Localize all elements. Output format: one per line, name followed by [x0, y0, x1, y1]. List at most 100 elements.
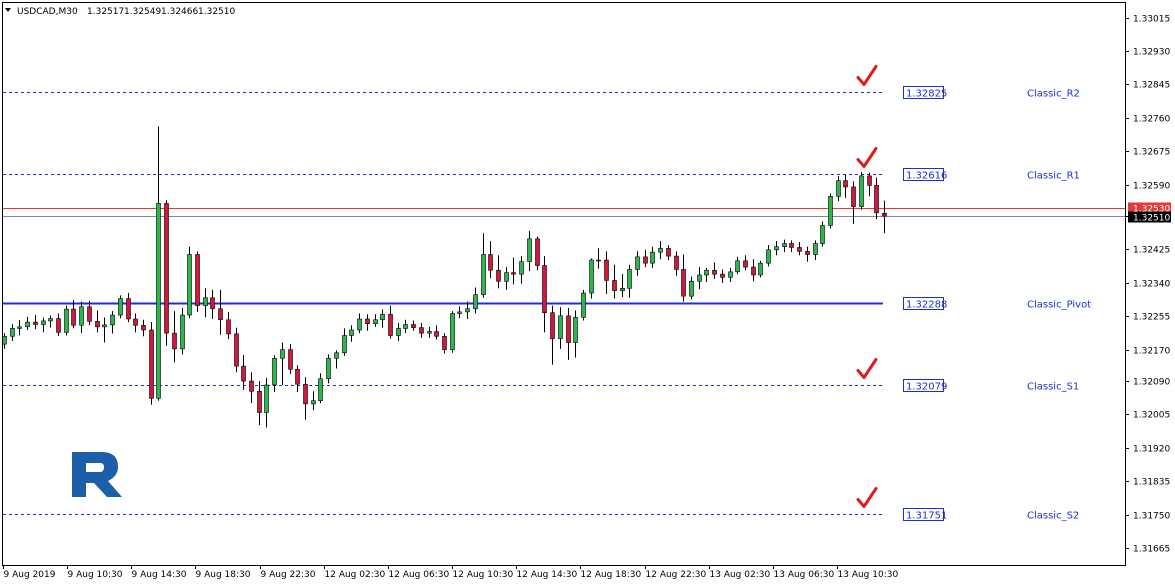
- y-tick-label-15: 1.31750: [1133, 512, 1170, 522]
- level-value-4: 1.31751: [906, 511, 947, 522]
- price-chart[interactable]: 1.32825 Classic_R2 1.32616 Classic_R1 1.3228…: [0, 0, 1175, 584]
- y-tick-label-7: 1.32425: [1133, 246, 1170, 256]
- candle-body-9: [71, 308, 76, 326]
- candle-body-17: [133, 318, 138, 326]
- candle-body-35: [272, 357, 277, 386]
- header-close: 1.32510: [198, 7, 235, 17]
- candle-body-29: [226, 319, 231, 335]
- x-tick-label-4: 9 Aug 22:30: [261, 570, 316, 580]
- header-symbol: USDCAD,M30: [17, 7, 78, 17]
- candle-body-106: [820, 225, 825, 244]
- candle-body-0: [2, 335, 7, 345]
- candle-body-40: [311, 400, 316, 405]
- candle-body-91: [704, 269, 709, 276]
- y-tick-label-3: 1.32760: [1133, 115, 1170, 125]
- candle-body-1: [10, 328, 15, 337]
- candle-body-109: [843, 180, 848, 188]
- candle-body-99: [766, 249, 771, 264]
- bid-price-label: 1.32510: [1133, 214, 1170, 224]
- candle-body-45: [349, 329, 354, 336]
- level-value-0: 1.32825: [906, 89, 947, 100]
- candle-body-72: [558, 315, 563, 339]
- candle-body-104: [805, 251, 810, 255]
- candle-body-74: [573, 317, 578, 343]
- candle-body-3: [25, 321, 30, 328]
- candle-body-92: [712, 269, 717, 275]
- candle-body-83: [643, 256, 648, 264]
- candle-body-81: [627, 269, 632, 289]
- candle-body-34: [264, 384, 269, 413]
- level-value-1: 1.32616: [906, 171, 947, 182]
- level-name-1: Classic_R1: [1027, 171, 1080, 182]
- candle-body-13: [102, 324, 107, 328]
- x-tick-label-9: 12 Aug 18:30: [581, 570, 642, 580]
- candle-body-56: [434, 331, 439, 337]
- candle-body-84: [650, 251, 655, 264]
- x-tick-label-10: 12 Aug 22:30: [646, 570, 707, 580]
- candle-body-78: [604, 259, 609, 281]
- candle-body-85: [658, 247, 663, 253]
- candle-body-100: [774, 246, 779, 251]
- x-tick-label-3: 9 Aug 18:30: [196, 570, 251, 580]
- level-name-4: Classic_S2: [1027, 511, 1079, 522]
- level-name-3: Classic_S1: [1027, 382, 1079, 393]
- y-tick-label-13: 1.31920: [1133, 445, 1170, 455]
- x-tick-label-5: 12 Aug 02:30: [325, 570, 386, 580]
- candle-body-54: [419, 327, 424, 334]
- candle-body-10: [79, 306, 84, 326]
- candle-body-76: [589, 259, 594, 294]
- candle-body-61: [473, 294, 478, 310]
- candle-body-111: [859, 175, 864, 207]
- y-tick-label-0: 1.33015: [1133, 15, 1170, 25]
- candle-body-105: [813, 243, 818, 255]
- candle-body-27: [210, 297, 215, 310]
- candle-body-95: [735, 260, 740, 273]
- y-tick-label-2: 1.32845: [1133, 81, 1170, 91]
- candle-body-113: [874, 185, 879, 214]
- y-tick-label-9: 1.32255: [1133, 313, 1170, 323]
- candle-body-43: [334, 352, 339, 359]
- candle-body-12: [95, 321, 100, 328]
- candle-body-7: [56, 318, 61, 333]
- candle-body-42: [326, 357, 331, 380]
- candle-body-80: [620, 288, 625, 291]
- x-tick-label-12: 13 Aug 06:30: [774, 570, 835, 580]
- candle-body-22: [172, 332, 177, 350]
- candle-body-38: [295, 368, 300, 385]
- candle-body-86: [666, 247, 671, 257]
- x-tick-label-13: 13 Aug 10:30: [838, 570, 899, 580]
- candle-body-55: [427, 331, 432, 334]
- y-tick-label-1: 1.32930: [1133, 48, 1170, 58]
- x-tick-label-0: 9 Aug 2019: [4, 570, 56, 580]
- candle-body-51: [396, 328, 401, 336]
- candle-body-97: [751, 266, 756, 276]
- candle-body-93: [720, 273, 725, 278]
- candle-body-57: [442, 335, 447, 350]
- candle-body-4: [33, 321, 38, 325]
- candle-body-52: [403, 324, 408, 329]
- candle-body-67: [519, 261, 524, 275]
- candle-body-50: [388, 313, 393, 336]
- candle-body-101: [782, 243, 787, 247]
- y-tick-label-16: 1.31665: [1133, 545, 1170, 555]
- candle-body-87: [674, 255, 679, 270]
- candle-body-107: [828, 196, 833, 226]
- candle-body-63: [488, 254, 493, 271]
- x-tick-label-1: 9 Aug 10:30: [68, 570, 123, 580]
- candle-body-11: [87, 306, 92, 322]
- candle-body-53: [411, 324, 416, 328]
- candle-body-47: [365, 318, 370, 324]
- y-tick-label-11: 1.32090: [1133, 378, 1170, 388]
- candle-body-70: [542, 265, 547, 313]
- candle-body-39: [303, 383, 308, 405]
- candle-body-58: [450, 313, 455, 350]
- candle-body-14: [110, 314, 115, 326]
- candle-body-15: [118, 298, 123, 316]
- header-high: 1.32549: [124, 7, 161, 17]
- candle-body-66: [511, 272, 516, 275]
- level-name-2: Classic_Pivot: [1027, 300, 1091, 311]
- candle-body-112: [867, 175, 872, 186]
- candle-body-6: [48, 318, 53, 322]
- candle-body-108: [836, 180, 841, 197]
- x-tick-label-7: 12 Aug 10:30: [453, 570, 514, 580]
